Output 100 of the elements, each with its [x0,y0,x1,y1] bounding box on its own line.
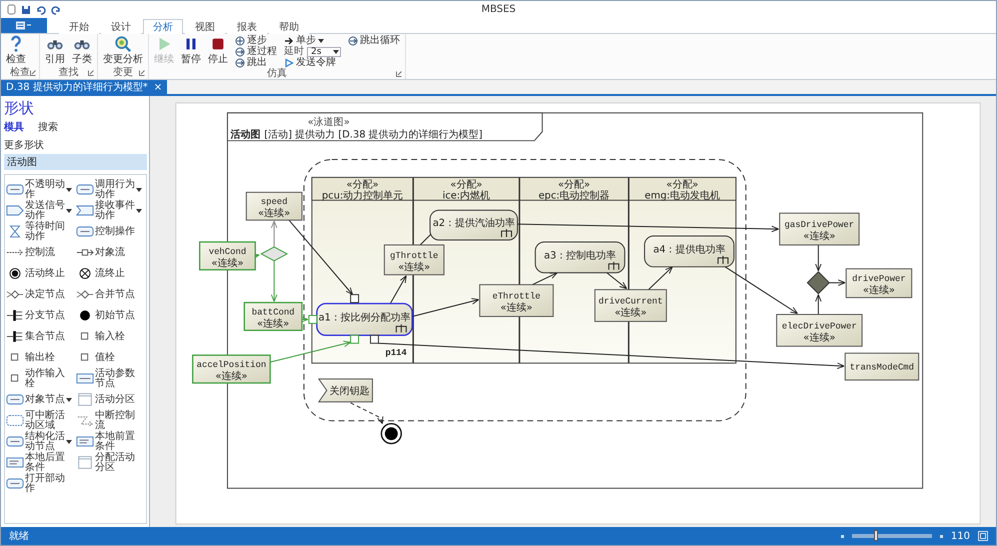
partition-icon [76,456,94,469]
shape-label[interactable]: 接收事件动作 [95,200,135,220]
shape-label[interactable]: 流终止 [95,268,135,278]
shape-label[interactable]: 控制操作 [95,226,135,236]
undo-icon[interactable] [36,4,46,14]
lane-stereotype: «分配» [666,179,698,190]
launcher-icon[interactable] [88,70,94,76]
redo-icon[interactable] [51,4,61,14]
lane-name: pcu:动力控制单元 [322,190,404,202]
fit-page-icon[interactable] [978,531,988,541]
magnifier-icon [114,35,132,53]
group-label: 检查 [10,67,30,79]
window-title: MBSES [481,4,516,15]
caret-icon [136,188,142,192]
flow-arrow [412,298,480,317]
final-node [380,423,402,444]
ribbon-button[interactable]: 暂停 [179,35,203,65]
dropdown-button[interactable]: 单步 [282,35,343,46]
shape-label[interactable]: 本地后置条件 [25,452,65,472]
shape-label[interactable]: 初始节点 [95,310,135,320]
action-node[interactable] [644,236,734,268]
document-tab[interactable]: D.38 提供动力的详细行为模型* × [1,80,168,94]
file-menu-button[interactable] [1,18,47,33]
ribbon-button[interactable]: 逐过程 [233,46,279,57]
launcher-icon[interactable] [396,71,402,77]
zoom-out-icon[interactable] [840,534,844,538]
bar-icon [6,330,24,343]
shape-label[interactable]: 控制流 [25,248,65,258]
object-node [199,241,256,270]
shape-label[interactable]: 结构化活动节点 [25,432,65,452]
menu-icon [16,21,32,30]
slider-thumb[interactable] [874,530,878,541]
launcher-icon[interactable] [139,70,145,76]
shape-label[interactable]: 打开部动作 [25,474,65,494]
delay-select[interactable]: 2s [307,46,341,56]
shape-label[interactable]: 可中断活动区域 [25,410,65,430]
ribbon-tab[interactable]: 视图 [185,19,225,34]
node-stereotype: «连续» [500,302,533,314]
shape-label[interactable]: 本地前置条件 [95,432,135,452]
ribbon-button[interactable]: 跳出循环 [346,35,402,46]
ribbon-button[interactable]: 逐步 [233,35,279,46]
action-node[interactable] [534,241,626,274]
shape-label[interactable]: 动作输入栓 [25,368,65,388]
action-node[interactable] [316,302,413,336]
caret-icon [136,208,142,212]
ribbon-tab[interactable]: 帮助 [269,19,309,34]
node-stereotype: «连续» [257,318,290,330]
shape-label[interactable]: 中断控制流 [95,410,135,430]
shape-label[interactable]: 发送信号动作 [25,200,65,220]
frame-title: [活动] 提供动力 [D.38 提供动力的详细行为模型] [264,130,483,141]
more-shapes-link[interactable]: 更多形状 [4,138,147,152]
save-icon[interactable] [21,4,31,14]
ribbon-tab[interactable]: 报表 [227,19,267,34]
pin-label: p114 [385,348,407,358]
shape-label[interactable]: 调用行为动作 [95,180,135,200]
shape-label[interactable]: 分支节点 [25,310,65,320]
shape-label[interactable]: 活动分区 [95,394,135,404]
object-node [384,244,444,276]
status-text: 就绪 [9,530,29,543]
shape-label[interactable]: 集合节点 [25,332,65,342]
stencil-item[interactable]: 活动图 [4,154,147,170]
node-name: elecDrivePower [782,321,857,332]
ribbon-tab[interactable]: 设计 [101,19,141,34]
shape-label[interactable]: 决定节点 [25,290,65,300]
zoom-in-icon[interactable] [940,534,943,538]
ribbon-button[interactable]: 变更分析 [101,35,145,65]
bar-icon [6,309,24,322]
lane-stereotype: «分配» [346,179,379,190]
partition-icon [76,393,94,406]
interrupt-icon [76,414,94,427]
node-name: gasDrivePower [784,220,854,230]
ribbon-button[interactable]: 检查 [4,35,28,65]
shape-label[interactable]: 对象节点 [25,394,65,404]
launcher-icon[interactable] [30,70,36,76]
shape-label[interactable]: 不透明动作 [25,180,65,200]
panel-tab[interactable]: 模具 [4,120,24,134]
node-name: driveCurrent [598,296,663,307]
shape-label[interactable]: 合并节点 [95,290,135,300]
shape-label[interactable]: 等待时间动作 [25,222,65,242]
action-node[interactable] [430,210,518,240]
node-stereotype: «连续» [215,371,248,382]
ribbon-button[interactable]: 跳出 [233,57,279,68]
close-button[interactable]: × [154,82,162,92]
ribbon-button[interactable]: 引用 [43,35,67,65]
shape-label[interactable]: 对象流 [95,248,135,258]
ribbon-button[interactable]: 停止 [206,35,230,65]
object-node [246,192,302,221]
ribbon-button[interactable]: 子类 [70,35,94,65]
ribbon-button[interactable]: 发送令牌 [282,57,343,68]
ribbon-tab[interactable]: 开始 [59,19,99,34]
panel-tab[interactable]: 搜索 [38,120,58,134]
region-icon [6,414,24,427]
ribbon-tab[interactable]: 分析 [143,19,183,34]
parameter-icon [76,372,94,385]
shape-label[interactable]: 输入栓 [95,332,135,342]
shape-label[interactable]: 值栓 [95,352,135,362]
shape-label[interactable]: 活动终止 [25,268,65,278]
shape-label[interactable]: 活动参数节点 [95,368,135,388]
shape-label[interactable]: 输出栓 [25,352,65,362]
shape-label[interactable]: 分配活动分区 [95,452,135,472]
